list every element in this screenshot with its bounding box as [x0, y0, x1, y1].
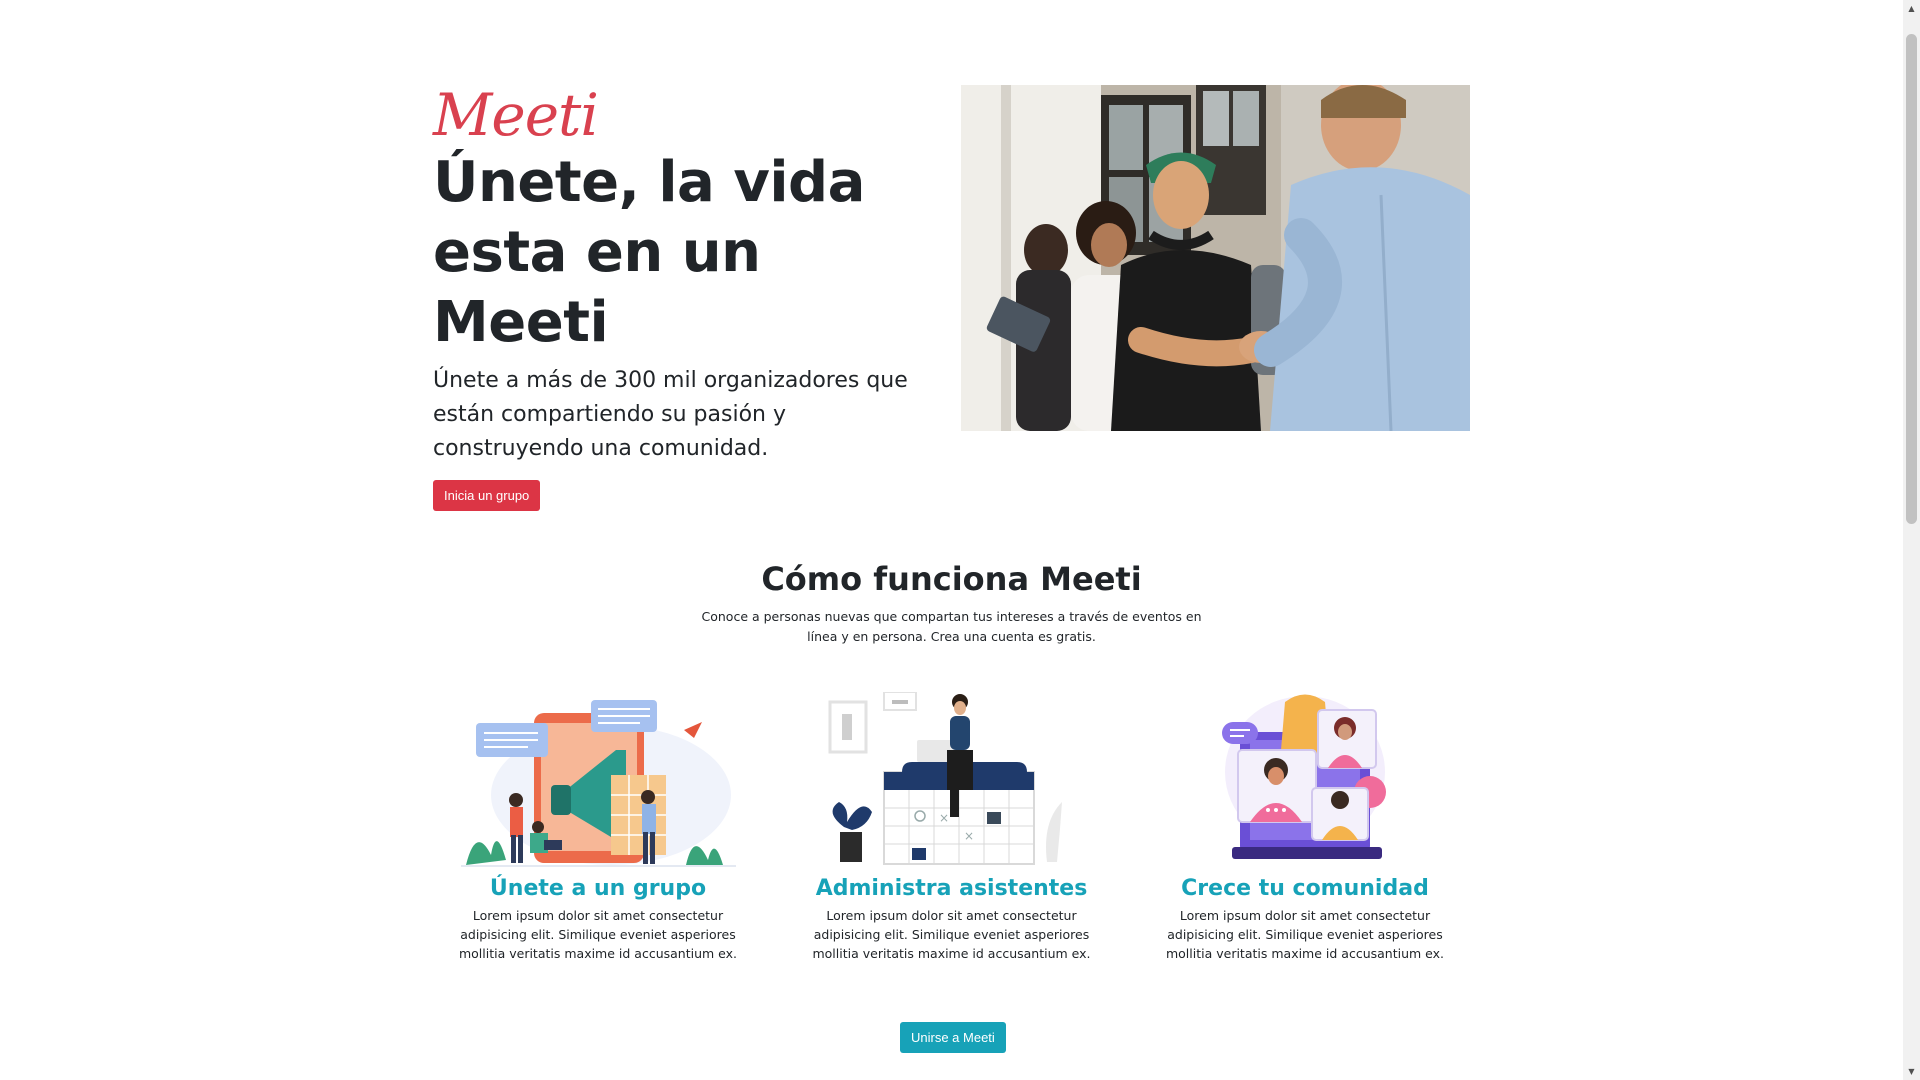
brand-logo[interactable]: Meeti — [433, 80, 933, 150]
hero-lead: Únete a más de 300 mil organizadores que… — [433, 368, 908, 461]
svg-text:×: × — [939, 811, 949, 825]
scroll-thumb[interactable] — [1906, 34, 1917, 524]
scroll-up-icon[interactable]: ▲ — [1903, 0, 1920, 17]
video-call-illustration — [1222, 694, 1386, 859]
people-handshake-photo — [961, 85, 1470, 431]
feature-title: Crece tu comunidad — [1181, 876, 1429, 901]
vertical-scrollbar[interactable]: ▲ ▼ — [1903, 0, 1920, 1080]
how-it-works-title: Cómo funciona Meeti — [761, 560, 1142, 598]
svg-text:×: × — [964, 829, 974, 843]
calendar-illustration: × × — [828, 692, 1062, 865]
scroll-down-icon[interactable]: ▼ — [1903, 1063, 1920, 1080]
feature-card: Crece tu comunidad Lorem ipsum dolor sit… — [1140, 690, 1470, 963]
start-group-button[interactable]: Inicia un grupo — [433, 480, 541, 511]
hero-photo — [961, 85, 1470, 431]
join-meeti-button[interactable]: Unirse a Meeti — [900, 1022, 1006, 1053]
feature-title: Únete a un grupo — [489, 876, 707, 901]
how-it-works-subtitle: Conoce a personas nuevas que compartan t… — [701, 609, 1202, 644]
feature-card: Únete a un grupo Lorem ipsum dolor sit a… — [433, 690, 763, 963]
feature-text: Lorem ipsum dolor sit amet consectetur a… — [458, 908, 737, 961]
how-it-works-section: Cómo funciona Meeti Conoce a personas nu… — [0, 555, 1903, 647]
landing-page: Meeti Únete, la vida esta en un Meeti Ún… — [0, 0, 1903, 1080]
hero-title: Únete, la vida esta en un Meeti — [433, 150, 865, 355]
feature-title: Administra asistentes — [815, 876, 1088, 901]
feature-text: Lorem ipsum dolor sit amet consectetur a… — [1165, 908, 1444, 961]
feature-text: Lorem ipsum dolor sit amet consectetur a… — [812, 908, 1091, 961]
features-list: Únete a un grupo Lorem ipsum dolor sit a… — [433, 690, 1470, 963]
megaphone-illustration — [460, 700, 736, 867]
hero-section: Meeti Únete, la vida esta en un Meeti Ún… — [433, 80, 933, 511]
feature-card: × × Administra asistentes Lorem ipsum do… — [787, 690, 1117, 963]
